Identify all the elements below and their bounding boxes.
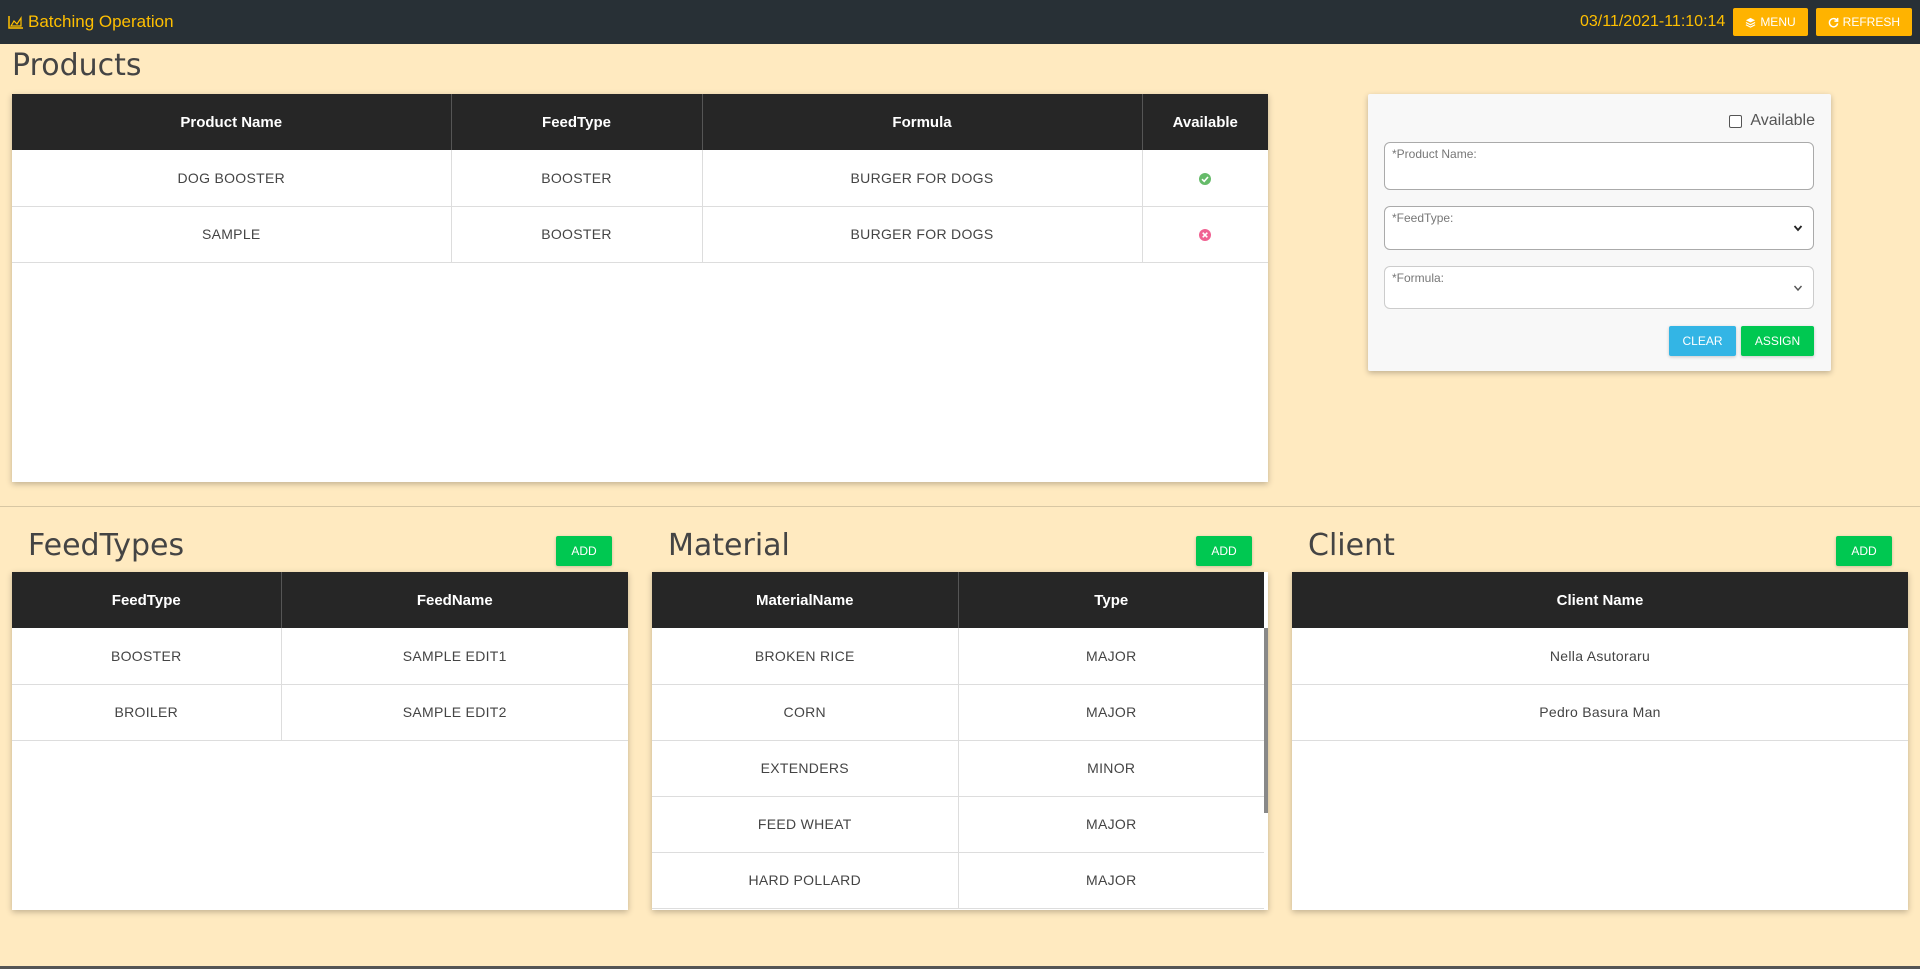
col-materialname[interactable]: MaterialName	[652, 572, 959, 628]
material-type-cell: MAJOR	[958, 796, 1264, 853]
col-feedname[interactable]: FeedName	[281, 572, 628, 628]
col-formula[interactable]: Formula	[702, 94, 1143, 150]
refresh-button[interactable]: REFRESH	[1815, 8, 1912, 36]
assign-button[interactable]: ASSIGN	[1741, 326, 1814, 356]
material-name-cell: FEED WHEAT	[652, 796, 959, 853]
available-checkbox[interactable]	[1729, 114, 1743, 128]
datetime-display: 03/11/2021-11:10:14	[1580, 13, 1726, 30]
products-table: Product Name FeedType Formula Available …	[12, 94, 1268, 263]
table-row[interactable]: DOG BOOSTER BOOSTER BURGER FOR DOGS	[12, 150, 1268, 207]
col-product-name[interactable]: Product Name	[12, 94, 452, 150]
table-row[interactable]: Pedro Basura Man	[1292, 684, 1908, 741]
product-name-cell: SAMPLE	[12, 206, 452, 263]
client-title: Client	[1308, 528, 1395, 563]
feedtypes-title: FeedTypes	[28, 528, 185, 563]
col-feedtype[interactable]: FeedType	[12, 572, 282, 628]
material-scrollbar[interactable]	[1264, 628, 1268, 813]
refresh-icon	[1828, 17, 1839, 27]
client-table-card: Client Name Nella Asutoraru Pedro Basura…	[1292, 572, 1908, 910]
table-row[interactable]: BROKEN RICE MAJOR	[652, 628, 1264, 685]
products-table-card: Product Name FeedType Formula Available …	[12, 94, 1268, 482]
client-name-cell: Nella Asutoraru	[1292, 628, 1908, 685]
table-row[interactable]: BOOSTER SAMPLE EDIT1	[12, 628, 628, 685]
clear-button[interactable]: CLEAR	[1669, 326, 1736, 356]
material-name-cell: CORN	[652, 684, 959, 741]
client-name-cell: Pedro Basura Man	[1292, 684, 1908, 741]
material-name-cell: BROKEN RICE	[652, 628, 959, 685]
col-type[interactable]: Type	[958, 572, 1264, 628]
chart-area-icon	[8, 16, 23, 29]
client-header-row: Client Name	[1292, 572, 1908, 628]
material-name-cell: HARD POLLARD	[652, 852, 959, 909]
available-checkbox-label: Available	[1750, 112, 1815, 129]
product-assign-form: Available *Product Name: *FeedType: *For…	[1368, 94, 1831, 371]
feedname-cell: SAMPLE EDIT1	[281, 628, 628, 685]
feedtype-cell: BOOSTER	[451, 150, 703, 207]
chevron-down-icon	[1793, 225, 1803, 232]
feedtypes-header-row: FeedType FeedName	[12, 572, 628, 628]
formula-label: *Formula:	[1392, 271, 1445, 285]
chevron-down-icon	[1793, 285, 1803, 291]
available-cell	[1142, 206, 1268, 263]
table-row[interactable]: CORN MAJOR	[652, 684, 1264, 741]
table-row[interactable]: BROILER SAMPLE EDIT2	[12, 684, 628, 741]
feedtype-label: *FeedType:	[1392, 211, 1454, 225]
material-type-cell: MINOR	[958, 740, 1264, 797]
material-type-cell: MAJOR	[958, 628, 1264, 685]
table-row[interactable]: HARD POLLARD MAJOR	[652, 852, 1264, 909]
top-bar: Batching Operation 03/11/2021-11:10:14 M…	[0, 0, 1920, 44]
table-row[interactable]: SAMPLE BOOSTER BURGER FOR DOGS	[12, 206, 1268, 263]
app-brand[interactable]: Batching Operation	[8, 12, 174, 32]
material-table-card: MaterialName Type BROKEN RICE MAJOR CORN…	[652, 572, 1268, 910]
add-feedtype-button[interactable]: ADD	[556, 536, 612, 566]
product-name-cell: DOG BOOSTER	[12, 150, 452, 207]
material-type-cell: MAJOR	[958, 852, 1264, 909]
material-table: MaterialName Type BROKEN RICE MAJOR CORN…	[652, 572, 1264, 909]
client-table: Client Name Nella Asutoraru Pedro Basura…	[1292, 572, 1908, 741]
feedtype-cell: BOOSTER	[12, 628, 282, 685]
feedtype-select[interactable]: *FeedType:	[1384, 206, 1814, 250]
feedname-cell: SAMPLE EDIT2	[281, 684, 628, 741]
feedtype-cell: BROILER	[12, 684, 282, 741]
refresh-button-label: REFRESH	[1842, 15, 1900, 29]
available-cell	[1142, 150, 1268, 207]
layers-icon	[1745, 17, 1756, 28]
feedtypes-table-card: FeedType FeedName BOOSTER SAMPLE EDIT1 B…	[12, 572, 628, 910]
feedtypes-table: FeedType FeedName BOOSTER SAMPLE EDIT1 B…	[12, 572, 628, 741]
col-feedtype[interactable]: FeedType	[451, 94, 703, 150]
check-circle-icon	[1199, 172, 1212, 185]
menu-button[interactable]: MENU	[1733, 8, 1808, 36]
col-client-name[interactable]: Client Name	[1292, 572, 1908, 628]
material-type-cell: MAJOR	[958, 684, 1264, 741]
products-title: Products	[12, 48, 142, 83]
formula-select[interactable]: *Formula:	[1384, 266, 1814, 309]
app-title: Batching Operation	[28, 12, 174, 31]
product-name-field[interactable]: *Product Name:	[1384, 142, 1814, 190]
add-client-button[interactable]: ADD	[1836, 536, 1892, 566]
col-available[interactable]: Available	[1142, 94, 1268, 150]
formula-cell: BURGER FOR DOGS	[702, 150, 1143, 207]
available-checkbox-row[interactable]: Available	[1729, 112, 1815, 130]
material-name-cell: EXTENDERS	[652, 740, 959, 797]
material-header-row: MaterialName Type	[652, 572, 1264, 628]
table-row[interactable]: FEED WHEAT MAJOR	[652, 796, 1264, 853]
add-material-button[interactable]: ADD	[1196, 536, 1252, 566]
feedtype-cell: BOOSTER	[451, 206, 703, 263]
material-title: Material	[668, 528, 790, 563]
products-header-row: Product Name FeedType Formula Available	[12, 94, 1268, 150]
product-name-label: *Product Name:	[1392, 147, 1477, 161]
formula-cell: BURGER FOR DOGS	[702, 206, 1143, 263]
table-row[interactable]: EXTENDERS MINOR	[652, 740, 1264, 797]
table-row[interactable]: Nella Asutoraru	[1292, 628, 1908, 685]
x-circle-icon	[1199, 229, 1212, 242]
menu-button-label: MENU	[1760, 15, 1796, 29]
section-divider	[0, 506, 1920, 507]
